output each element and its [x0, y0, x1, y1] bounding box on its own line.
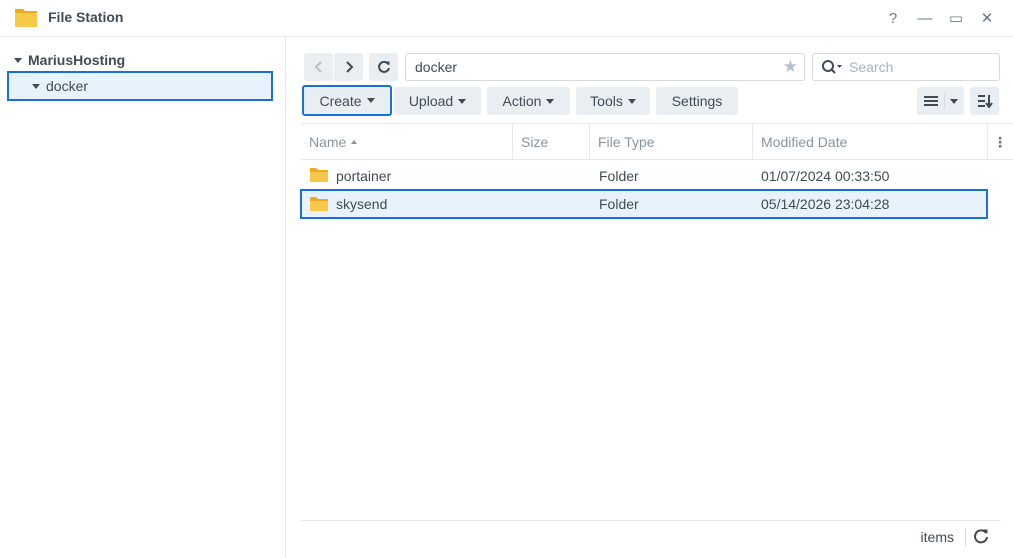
folder-tree: MariusHosting docker	[0, 37, 286, 558]
create-button[interactable]: Create	[302, 85, 392, 116]
back-button[interactable]	[304, 53, 333, 81]
folder-icon	[310, 197, 328, 211]
caret-down-icon[interactable]	[14, 57, 22, 63]
chevron-right-icon	[345, 61, 353, 73]
upload-button[interactable]: Upload	[394, 87, 481, 115]
column-modified-label: Modified Date	[761, 134, 848, 150]
search-icon[interactable]	[821, 59, 843, 75]
tree-item-docker[interactable]: docker	[7, 71, 273, 101]
file-type: Folder	[599, 196, 639, 212]
file-type: Folder	[599, 167, 639, 184]
refresh-icon	[377, 60, 390, 73]
refresh-icon[interactable]	[973, 528, 989, 544]
action-button[interactable]: Action	[487, 87, 570, 115]
search-input[interactable]	[849, 59, 979, 75]
title-bar: File Station ? — ▭ ✕	[0, 0, 1013, 37]
view-mode-button[interactable]	[917, 87, 964, 115]
maximize-icon[interactable]: ▭	[946, 8, 966, 28]
settings-label: Settings	[671, 93, 723, 109]
file-name: portainer	[336, 167, 392, 184]
upload-label: Upload	[408, 93, 454, 109]
tools-label: Tools	[590, 93, 623, 109]
window-title: File Station	[48, 9, 124, 25]
minimize-icon[interactable]: —	[915, 8, 935, 28]
search-box[interactable]	[812, 53, 1000, 81]
button-divider	[944, 93, 945, 109]
caret-down-icon	[366, 98, 375, 103]
column-header-modified[interactable]: Modified Date	[753, 124, 988, 160]
forward-button[interactable]	[334, 53, 363, 81]
table-row[interactable]: skysend Folder 05/14/2026 23:04:28	[300, 189, 988, 219]
list-view-icon	[924, 96, 938, 106]
sort-button[interactable]	[970, 87, 999, 115]
close-icon[interactable]: ✕	[977, 8, 997, 28]
sort-icon	[977, 95, 993, 108]
tree-root-label: MariusHosting	[28, 52, 126, 68]
folder-icon	[310, 168, 328, 182]
table-row[interactable]: portainer Folder 01/07/2024 00:33:50	[300, 161, 988, 190]
file-modified: 01/07/2024 00:33:50	[761, 167, 890, 184]
status-footer: items	[301, 520, 1001, 552]
column-header-name[interactable]: Name	[301, 124, 513, 160]
tools-button[interactable]: Tools	[576, 87, 650, 115]
column-size-label: Size	[521, 134, 549, 150]
action-label: Action	[502, 93, 542, 109]
star-icon[interactable]: ★	[783, 57, 798, 77]
caret-down-icon	[627, 98, 636, 104]
chevron-left-icon	[314, 61, 322, 73]
settings-button[interactable]: Settings	[656, 87, 738, 115]
file-name: skysend	[336, 196, 388, 212]
caret-down-icon	[546, 98, 555, 104]
create-label: Create	[319, 92, 362, 109]
column-type-label: File Type	[598, 134, 655, 150]
caret-down-icon[interactable]	[32, 83, 40, 89]
column-name-label: Name	[309, 134, 347, 150]
refresh-button[interactable]	[369, 53, 398, 81]
items-count: items	[920, 529, 954, 545]
file-modified: 05/14/2026 23:04:28	[761, 196, 890, 212]
tree-item-label: docker	[46, 78, 89, 94]
path-value: docker	[415, 59, 458, 75]
footer-divider	[965, 528, 966, 546]
sort-ascending-icon	[351, 140, 358, 144]
path-field[interactable]: docker ★	[405, 53, 805, 81]
file-table-header: Name Size File Type Modified Date ⋮	[301, 123, 1013, 160]
column-header-type[interactable]: File Type	[590, 124, 753, 160]
tree-root-item[interactable]: MariusHosting	[14, 51, 125, 69]
file-station-icon	[15, 9, 37, 27]
column-header-size[interactable]: Size	[513, 124, 590, 160]
column-options-icon[interactable]: ⋮	[988, 124, 1012, 160]
help-icon[interactable]: ?	[883, 8, 903, 28]
caret-down-icon	[458, 98, 467, 104]
caret-down-icon	[950, 98, 958, 104]
